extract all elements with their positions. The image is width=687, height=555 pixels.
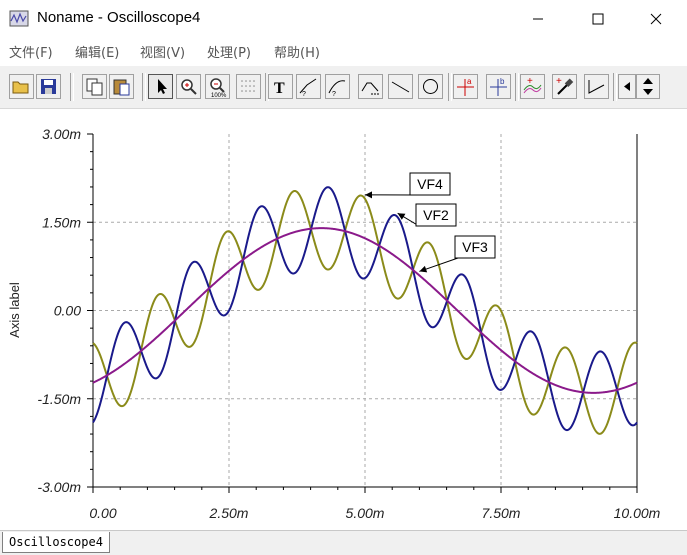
annotation-label-vf4: VF4 xyxy=(417,176,443,192)
close-icon xyxy=(650,13,662,25)
y-tick-label: -1.50m xyxy=(37,391,81,407)
menu-process[interactable]: 处理(P) xyxy=(207,42,251,61)
cursor-a-icon: a xyxy=(454,75,477,98)
save-button[interactable] xyxy=(36,74,61,99)
text-button[interactable]: T xyxy=(268,74,293,99)
cursor-a-button[interactable]: a xyxy=(453,74,478,99)
y-tick-label: 3.00m xyxy=(42,126,81,142)
circle-icon xyxy=(419,75,442,98)
x-tick-label: 2.50m xyxy=(209,505,249,521)
y-axis-label: Axis label xyxy=(7,282,22,338)
y-tick-label: 0.00 xyxy=(54,303,81,319)
toolbar-separator xyxy=(70,73,74,101)
oscilloscope-app-icon xyxy=(9,9,29,29)
paste-button[interactable] xyxy=(109,74,134,99)
x-tick-label: 7.50m xyxy=(482,505,521,521)
open-button[interactable] xyxy=(9,74,34,99)
tab-oscilloscope4[interactable]: Oscilloscope4 xyxy=(2,532,110,553)
minimize-button[interactable] xyxy=(515,0,561,38)
probe-button[interactable]: + xyxy=(552,74,577,99)
grid-icon xyxy=(237,75,260,98)
zoom-100-button[interactable]: 100% xyxy=(205,74,230,99)
draw-curve-icon: ? xyxy=(326,75,349,98)
probe-icon: + xyxy=(553,75,576,98)
svg-text:100%: 100% xyxy=(211,93,227,98)
waveform-chart[interactable]: 3.00m 1.50m 0.00 -1.50m -3.00m 0.00 2.50m 5.00m… xyxy=(0,110,687,530)
toolbar-separator xyxy=(142,73,146,101)
tick-layer: 3.00m 1.50m 0.00 -1.50m -3.00m 0.00 2.50m 5.00m… xyxy=(37,126,660,521)
series-vf4-line xyxy=(93,191,637,434)
annotation-arrow-head xyxy=(419,266,427,273)
line-button[interactable] xyxy=(388,74,413,99)
draw-line-button[interactable]: ? xyxy=(296,74,321,99)
toolbar-separator xyxy=(515,73,519,101)
x-tick-label: 0.00 xyxy=(89,505,116,521)
zoom-100-icon: 100% xyxy=(206,75,229,98)
zoom-in-button[interactable] xyxy=(176,74,201,99)
window-title: Noname - Oscilloscope4 xyxy=(37,9,200,26)
circle-button[interactable] xyxy=(418,74,443,99)
draw-step-button[interactable] xyxy=(358,74,383,99)
svg-text:T: T xyxy=(274,80,285,97)
add-curve-icon: + xyxy=(521,75,544,98)
scroll-up-down-icon xyxy=(637,75,659,98)
y-tick-label: 1.50m xyxy=(42,214,81,230)
minimize-icon xyxy=(532,13,544,25)
pointer-icon xyxy=(149,75,172,98)
draw-curve-button[interactable]: ? xyxy=(325,74,350,99)
toolbar-separator xyxy=(613,73,617,101)
annotation-layer: VF4 VF2 VF3 xyxy=(365,173,495,272)
menu-view[interactable]: 视图(V) xyxy=(140,42,185,61)
menu-file[interactable]: 文件(F) xyxy=(9,42,53,61)
annotation-arrow-head xyxy=(365,191,372,198)
scroll-left-button[interactable] xyxy=(618,74,636,99)
save-icon xyxy=(37,75,60,98)
line-icon xyxy=(389,75,412,98)
y-tick-label: -3.00m xyxy=(37,479,81,495)
menu-edit[interactable]: 编辑(E) xyxy=(75,42,119,61)
annotation-label-vf3: VF3 xyxy=(462,239,488,255)
svg-text:a: a xyxy=(467,77,472,86)
cursor-b-button[interactable]: b xyxy=(486,74,511,99)
svg-text:b: b xyxy=(500,77,505,86)
x-tick-label: 10.00m xyxy=(614,505,661,521)
close-button[interactable] xyxy=(633,0,679,38)
scroll-left-icon xyxy=(619,75,635,98)
paste-icon xyxy=(110,75,133,98)
cursor-b-icon: b xyxy=(487,75,510,98)
maximize-button[interactable] xyxy=(575,0,621,38)
grid-button[interactable] xyxy=(236,74,261,99)
menu-help[interactable]: 帮助(H) xyxy=(274,42,320,61)
annotation-label-vf2: VF2 xyxy=(423,207,449,223)
title-bar: Noname - Oscilloscope4 xyxy=(0,0,687,38)
draw-line-icon: ? xyxy=(297,75,320,98)
oscilloscope-plot[interactable]: 3.00m 1.50m 0.00 -1.50m -3.00m 0.00 2.50m 5.00m… xyxy=(0,110,687,530)
svg-text:?: ? xyxy=(302,91,306,98)
toolbar: 100% T ? ? a b + + xyxy=(0,66,687,109)
copy-button[interactable] xyxy=(82,74,107,99)
zoom-in-icon xyxy=(177,75,200,98)
toolbar-separator xyxy=(448,73,452,101)
pointer-button[interactable] xyxy=(148,74,173,99)
draw-step-icon xyxy=(359,75,382,98)
open-icon xyxy=(10,75,33,98)
tab-bar: Oscilloscope4 xyxy=(0,530,687,555)
text-icon: T xyxy=(269,75,292,98)
svg-text:+: + xyxy=(527,76,533,87)
maximize-icon xyxy=(592,13,604,25)
x-tick-label: 5.00m xyxy=(346,505,385,521)
scroll-up-down-button[interactable] xyxy=(636,74,660,99)
add-curve-button[interactable]: + xyxy=(520,74,545,99)
menu-bar: 文件(F) 编辑(E) 视图(V) 处理(P) 帮助(H) xyxy=(0,38,687,64)
svg-text:+: + xyxy=(556,76,562,87)
grid-layer xyxy=(93,134,637,487)
slope-icon xyxy=(585,75,608,98)
copy-icon xyxy=(83,75,106,98)
slope-button[interactable] xyxy=(584,74,609,99)
svg-text:?: ? xyxy=(332,91,336,98)
